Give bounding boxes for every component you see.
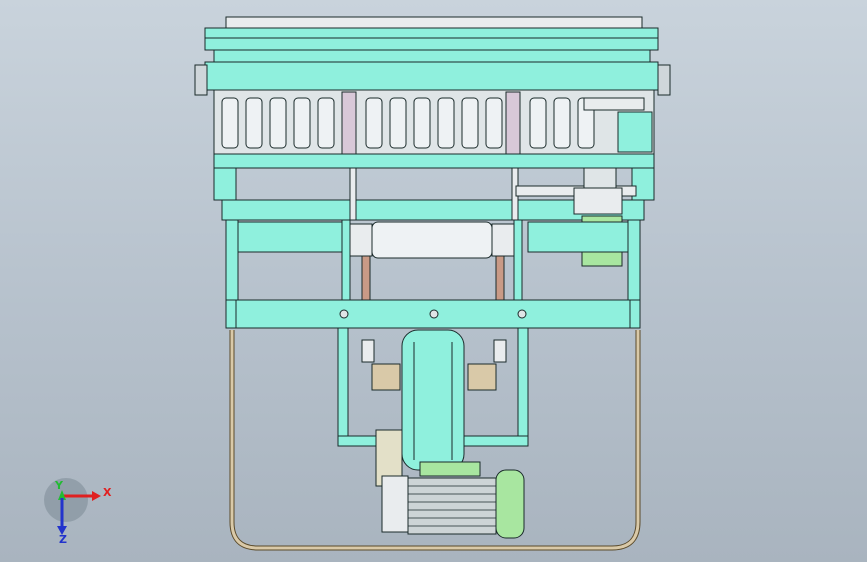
coordinate-triad: X Y Z	[44, 478, 112, 546]
z-axis-label: Z	[59, 533, 67, 546]
y-axis-label: Y	[54, 479, 64, 492]
cad-viewport[interactable]: X Y Z	[0, 0, 867, 562]
x-axis-label: X	[103, 486, 112, 499]
